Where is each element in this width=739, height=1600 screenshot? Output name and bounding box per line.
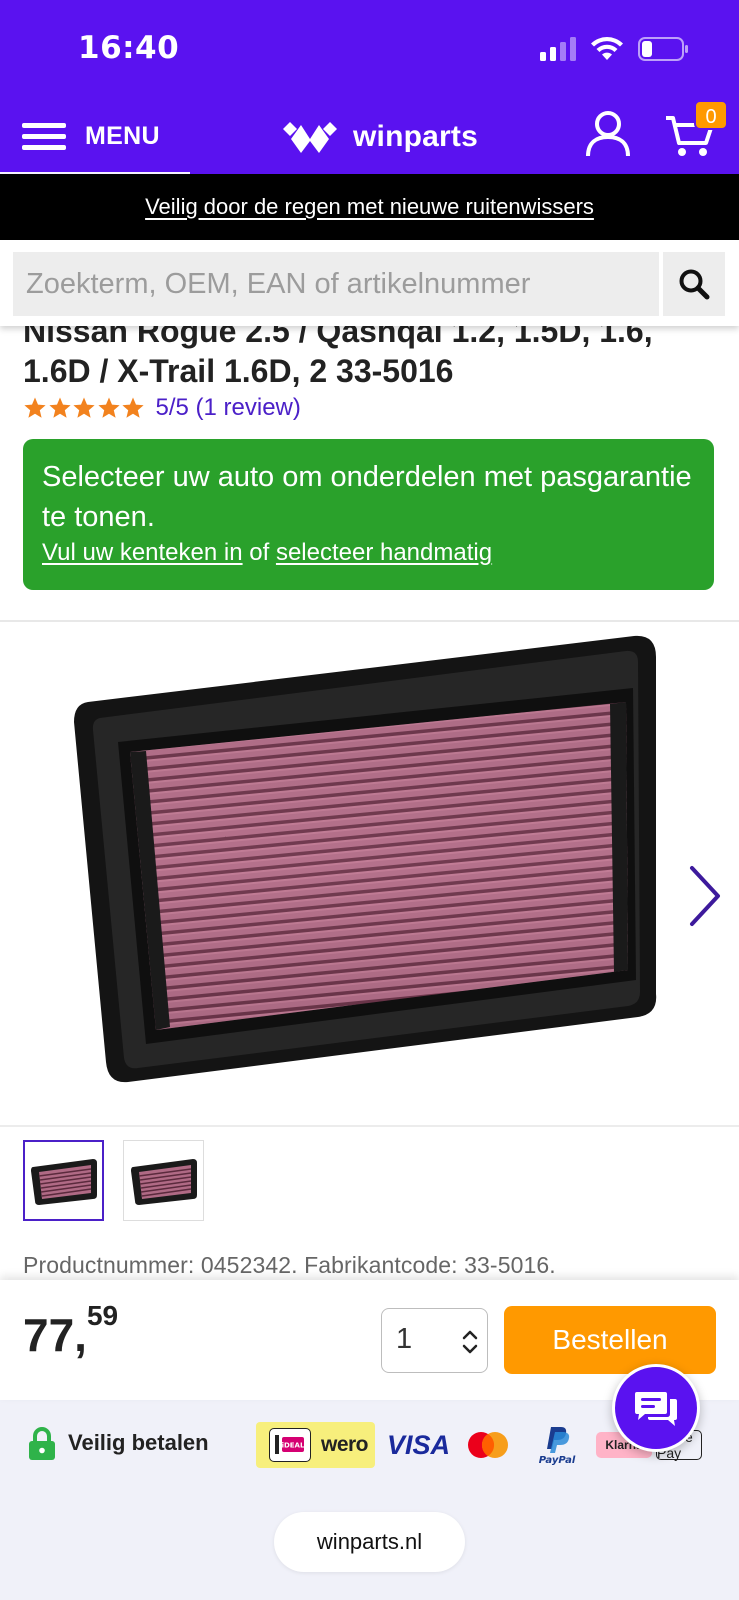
next-image-arrow-icon[interactable]	[686, 864, 724, 928]
chevron-up-down-icon	[462, 1330, 478, 1354]
quantity-select[interactable]: 1	[381, 1308, 488, 1373]
vehicle-select-message: Selecteer uw auto om onderdelen met pasg…	[42, 461, 692, 533]
product-image-air-filter[interactable]	[48, 622, 688, 1117]
winparts-logo-icon	[283, 122, 337, 153]
status-bar: 16:40	[0, 0, 739, 100]
mastercard-logo	[468, 1432, 509, 1458]
price-cents: 59	[86, 1300, 119, 1331]
product-rating[interactable]: 5/5 (1 review)	[23, 393, 301, 423]
vehicle-select-links: Vul uw kenteken in of selecteer handmati…	[42, 539, 695, 567]
hamburger-icon	[22, 121, 66, 151]
rating-stars	[23, 396, 146, 420]
vehicle-select-separator: of	[249, 539, 270, 566]
ideal-wero-logo: iDEAL wero	[256, 1422, 375, 1468]
promo-banner: Veilig door de regen met nieuwe ruitenwi…	[0, 174, 739, 240]
winparts-logo[interactable]: winparts	[281, 112, 478, 162]
search-icon	[679, 269, 710, 300]
ideal-logo-text: iDEAL	[282, 1442, 305, 1450]
search-input[interactable]	[13, 252, 659, 316]
cart-count-badge: 0	[694, 100, 728, 130]
secure-payment-label: Veilig betalen	[68, 1430, 209, 1455]
divider	[0, 1125, 739, 1127]
paypal-logo: PayPal	[539, 1427, 576, 1465]
visa-logo: VISA	[387, 1429, 451, 1460]
star-icon	[122, 397, 144, 418]
browser-bottom-bar: winparts.nl	[0, 1490, 739, 1600]
enter-license-plate-link[interactable]: Vul uw kenteken in	[42, 539, 243, 566]
browser-url-pill[interactable]: winparts.nl	[274, 1512, 465, 1572]
select-manually-link[interactable]: selecteer handmatig	[276, 539, 492, 566]
vehicle-select-box: Selecteer uw auto om onderdelen met pasg…	[23, 439, 714, 590]
account-icon[interactable]	[583, 108, 633, 158]
star-icon	[73, 397, 95, 418]
rating-text[interactable]: 5/5 (1 review)	[156, 394, 301, 422]
promo-link[interactable]: Veilig door de regen met nieuwe ruitenwi…	[145, 194, 594, 219]
image-thumbnail-1[interactable]	[23, 1140, 104, 1221]
menu-button[interactable]: MENU	[22, 110, 160, 162]
star-icon	[97, 397, 120, 418]
thumbnail-air-filter-image	[130, 1158, 197, 1205]
star-icon	[24, 397, 46, 418]
product-price: 77,59	[23, 1300, 119, 1361]
price-main: 77	[23, 1309, 75, 1361]
menu-label: MENU	[85, 121, 160, 150]
image-thumbnail-2[interactable]	[123, 1140, 204, 1221]
top-navigation: MENU winparts 0	[0, 100, 739, 174]
cellular-signal-icon	[540, 37, 576, 61]
thumbnail-air-filter-image	[30, 1158, 97, 1205]
search-button[interactable]	[661, 252, 725, 316]
chat-icon	[635, 1392, 677, 1426]
wifi-icon	[591, 37, 623, 60]
logo-text: winparts	[353, 120, 478, 153]
wero-logo: wero	[320, 1433, 369, 1456]
paypal-logo-text: PayPal	[539, 1455, 576, 1465]
order-button[interactable]: Bestellen	[504, 1306, 716, 1374]
star-icon	[48, 397, 71, 418]
chat-button[interactable]	[612, 1364, 700, 1452]
search-bar	[0, 240, 739, 326]
lock-icon	[29, 1427, 55, 1460]
status-time: 16:40	[78, 30, 180, 66]
ideal-logo: iDEAL	[268, 1428, 311, 1462]
battery-icon	[638, 37, 688, 61]
product-number: Productnummer: 0452342. Fabrikantcode: 3…	[23, 1252, 556, 1278]
quantity-value: 1	[396, 1323, 413, 1355]
